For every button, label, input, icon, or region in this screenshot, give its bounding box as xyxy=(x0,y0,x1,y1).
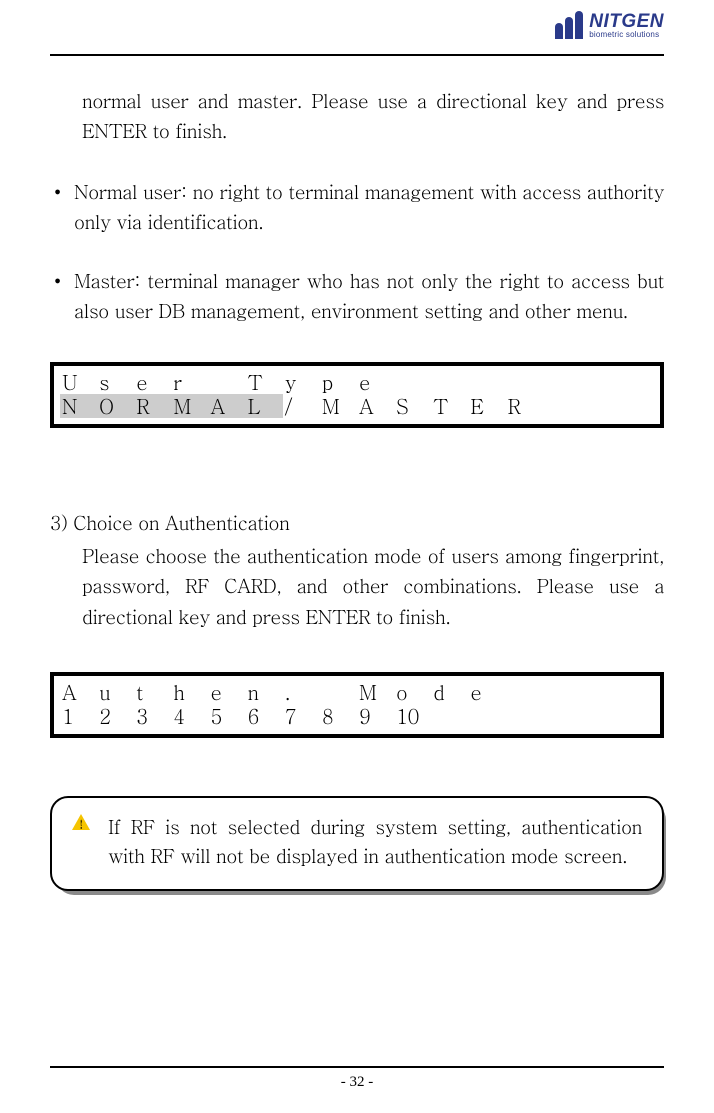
lcd-cell xyxy=(506,704,543,728)
lcd-cell: e xyxy=(468,680,505,704)
lcd-cell xyxy=(543,370,580,394)
lcd-cell xyxy=(543,680,580,704)
lcd-cell-highlight: L xyxy=(246,394,283,418)
lcd-cell: / xyxy=(283,394,320,418)
lcd-cell: 5 xyxy=(209,704,246,728)
lcd-cell xyxy=(543,394,580,418)
list-item: • Normal user: no right to terminal mana… xyxy=(50,177,664,238)
section-body: Please choose the authentication mode of… xyxy=(82,541,664,632)
lcd-cell: 8 xyxy=(320,704,357,728)
lcd-cell: d xyxy=(431,680,468,704)
lcd-cell xyxy=(580,704,617,728)
section-authentication: 3) Choice on Authentication Please choos… xyxy=(50,508,664,632)
bullet-dot-icon: • xyxy=(50,266,74,327)
notice-text: If RF is not selected during system sett… xyxy=(108,812,642,871)
brand-tagline: biometric solutions xyxy=(589,31,664,39)
lcd-display-user-type: U s e r T y p e N O R M xyxy=(50,362,664,428)
lcd-cell: M xyxy=(320,394,357,418)
section-title: 3) Choice on Authentication xyxy=(50,508,664,538)
lcd-row-1: U s e r T y p e xyxy=(60,370,654,394)
page: NITGEN biometric solutions normal user a… xyxy=(0,0,714,1113)
lcd-cell xyxy=(580,394,617,418)
bullet-text: Normal user: no right to terminal manage… xyxy=(74,177,664,238)
page-header: NITGEN biometric solutions xyxy=(50,0,664,56)
lcd-cell: T xyxy=(431,394,468,418)
lcd-cell: 3 xyxy=(134,704,171,728)
lcd-cell: S xyxy=(394,394,431,418)
lcd-cell: R xyxy=(506,394,543,418)
notice-content: If RF is not selected during system sett… xyxy=(72,812,642,871)
lcd-cell: 4 xyxy=(171,704,208,728)
notice-box: If RF is not selected during system sett… xyxy=(50,796,664,891)
lcd-cell: A xyxy=(357,394,394,418)
lcd-cell: E xyxy=(468,394,505,418)
lcd-cell xyxy=(617,370,654,394)
logo-bars-icon xyxy=(555,11,583,39)
lcd-row-2: 1 2 3 4 5 6 7 8 9 10 xyxy=(60,704,654,728)
lcd-cell xyxy=(543,704,580,728)
lcd-cell: 6 xyxy=(246,704,283,728)
intro-paragraph: normal user and master. Please use a dir… xyxy=(82,86,664,147)
list-item: • Master: terminal manager who has not o… xyxy=(50,266,664,327)
lcd-cell: 1 xyxy=(60,704,97,728)
lcd-cell xyxy=(617,680,654,704)
brand-logo: NITGEN biometric solutions xyxy=(555,11,664,39)
lcd-cell xyxy=(506,680,543,704)
lcd-cell xyxy=(580,680,617,704)
lcd-cell-highlight: A xyxy=(209,394,246,418)
lcd-cell: 2 xyxy=(97,704,134,728)
warning-icon xyxy=(72,812,100,871)
lcd-cell xyxy=(617,704,654,728)
bullet-list: • Normal user: no right to terminal mana… xyxy=(50,177,664,327)
page-footer: - 32 - xyxy=(50,1066,664,1091)
page-number: - 32 - xyxy=(341,1074,374,1090)
lcd-cell xyxy=(468,704,505,728)
lcd-cell xyxy=(580,370,617,394)
lcd-row-1: A u t h e n . M o d e xyxy=(60,680,654,704)
lcd-cell-highlight: M xyxy=(171,394,208,418)
bullet-dot-icon: • xyxy=(50,177,74,238)
lcd-cell: 10 xyxy=(394,704,431,728)
logo-text: NITGEN biometric solutions xyxy=(589,12,664,39)
notice-frame: If RF is not selected during system sett… xyxy=(50,796,664,891)
lcd-cell xyxy=(617,394,654,418)
lcd-cell-highlight: R xyxy=(134,394,171,418)
bullet-text: Master: terminal manager who has not onl… xyxy=(74,266,664,327)
lcd-cell-highlight: O xyxy=(97,394,134,418)
lcd-cell xyxy=(431,704,468,728)
lcd-row-2: N O R M A L / M A S T E R xyxy=(60,394,654,418)
brand-name: NITGEN xyxy=(589,12,664,31)
lcd-display-authen-mode: A u t h e n . M o d e 1 2 3 4 xyxy=(50,672,664,738)
page-content: normal user and master. Please use a dir… xyxy=(50,56,664,891)
lcd-cell: 7 xyxy=(283,704,320,728)
lcd-cell: 9 xyxy=(357,704,394,728)
lcd-cell-highlight: N xyxy=(60,394,97,418)
